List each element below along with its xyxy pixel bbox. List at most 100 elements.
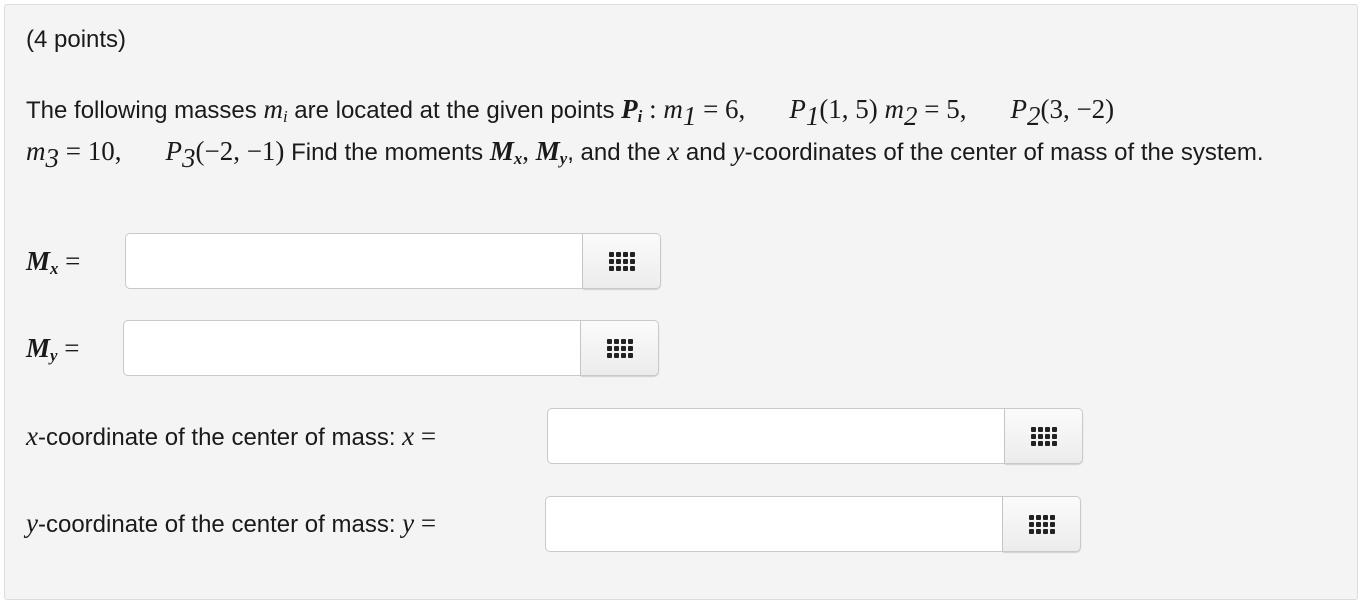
my-input[interactable]: [123, 320, 581, 376]
var-P1: P1: [789, 94, 819, 129]
coordinate-text: -coordinate of the center of mass:: [37, 424, 403, 451]
keypad-dot: [620, 339, 626, 344]
keypad-dot: [606, 346, 612, 351]
keypad-dot: [622, 259, 628, 264]
keypad-dot: [606, 353, 612, 358]
y-coordinate-input[interactable]: [545, 496, 1003, 552]
mx-label: Mx =: [26, 241, 80, 283]
keypad-dot: [1044, 434, 1050, 439]
var-m: m: [884, 94, 904, 124]
var-P3: P3: [165, 136, 195, 171]
equals-sign: =: [57, 333, 80, 363]
keypad-dot: [629, 259, 635, 264]
keypad-dot: [622, 252, 628, 257]
text-intro: The following masses: [26, 97, 264, 124]
var-x: x: [26, 421, 38, 451]
keypad-dot: [1042, 529, 1048, 534]
var-P2: P2: [1010, 94, 1040, 129]
keypad-dot: [1028, 515, 1034, 520]
var-My: My: [535, 136, 567, 167]
text-located: are located at the given points: [287, 97, 622, 124]
keypad-dot: [613, 346, 619, 351]
var-y: y: [402, 508, 415, 538]
keypad-dot: [615, 252, 621, 257]
x-keypad-button[interactable]: [1005, 408, 1083, 464]
var-Mx: Mx: [489, 136, 522, 167]
keypad-dot: [613, 353, 619, 358]
equals-sign: =: [414, 508, 437, 538]
sub-2: 2: [903, 100, 918, 131]
coordinate-text: -coordinate of the center of mass:: [37, 511, 403, 538]
keypad-dot: [1042, 515, 1048, 520]
my-keypad-button[interactable]: [581, 320, 659, 376]
keypad-dot: [1035, 515, 1041, 520]
keypad-dot: [608, 259, 614, 264]
sub-2: 2: [1026, 100, 1041, 131]
keypad-dot: [1049, 515, 1055, 520]
var-m3: m3: [26, 136, 59, 171]
m1-value: = 6,: [696, 94, 746, 124]
var-y: y: [26, 508, 38, 538]
keypad-dot: [1030, 427, 1036, 432]
keypad-dot: [1030, 434, 1036, 439]
keypad-icon: [1030, 427, 1057, 446]
var-m: m: [26, 136, 46, 166]
keypad-dot: [1035, 522, 1041, 527]
sub-1: 1: [805, 100, 820, 131]
keypad-dot: [627, 353, 633, 358]
var-P: P: [789, 94, 806, 124]
mx-keypad-button[interactable]: [583, 233, 661, 289]
var-M: M: [26, 333, 51, 363]
keypad-dot: [1051, 441, 1057, 446]
keypad-dot: [620, 353, 626, 358]
text-find: Find the moments: [284, 139, 490, 166]
keypad-dot: [1037, 434, 1043, 439]
var-y: y: [732, 136, 745, 166]
var-m1: m1: [663, 94, 696, 129]
text-rest: -coordinates of the center of mass of th…: [744, 139, 1264, 166]
x-coordinate-input[interactable]: [547, 408, 1005, 464]
var-M: M: [489, 136, 514, 166]
var-P: P: [621, 94, 638, 124]
points-label: (4 points): [26, 26, 127, 53]
var-m: m: [663, 94, 683, 124]
P3-coords: (−2, −1): [195, 136, 285, 166]
keypad-dot: [1042, 522, 1048, 527]
comma: ,: [522, 136, 536, 166]
var-Mx: Mx: [26, 246, 58, 277]
keypad-dot: [1028, 522, 1034, 527]
P1-coords: (1, 5): [819, 94, 878, 124]
keypad-dot: [613, 339, 619, 344]
keypad-dot: [1051, 427, 1057, 432]
keypad-dot: [615, 259, 621, 264]
mx-input[interactable]: [125, 233, 583, 289]
keypad-dot: [1037, 441, 1043, 446]
y-keypad-button[interactable]: [1003, 496, 1081, 552]
keypad-dot: [1049, 529, 1055, 534]
var-P: P: [1010, 94, 1027, 124]
var-P: P: [165, 136, 182, 166]
problem-statement: The following masses mi are located at t…: [26, 89, 1346, 173]
keypad-dot: [620, 346, 626, 351]
x-coordinate-label: x-coordinate of the center of mass: x =: [26, 416, 436, 458]
keypad-dot: [1030, 441, 1036, 446]
keypad-dot: [608, 252, 614, 257]
m3-value: = 10,: [59, 136, 122, 166]
keypad-dot: [1028, 529, 1034, 534]
problem-card: (4 points) The following masses mi are l…: [4, 4, 1358, 600]
keypad-dot: [1051, 434, 1057, 439]
equals-sign: =: [414, 421, 437, 451]
keypad-dot: [629, 252, 635, 257]
var-My: My: [26, 333, 57, 364]
var-M: M: [26, 246, 51, 276]
var-M: M: [535, 136, 560, 166]
keypad-dot: [1037, 427, 1043, 432]
colon: :: [642, 94, 664, 124]
keypad-dot: [1049, 522, 1055, 527]
var-x: x: [402, 421, 415, 451]
var-m: m: [263, 94, 283, 124]
var-m2: m2: [884, 94, 917, 129]
my-label: My =: [26, 328, 79, 370]
text-and-the: , and the: [567, 139, 668, 166]
P2-coords: (3, −2): [1040, 94, 1115, 124]
